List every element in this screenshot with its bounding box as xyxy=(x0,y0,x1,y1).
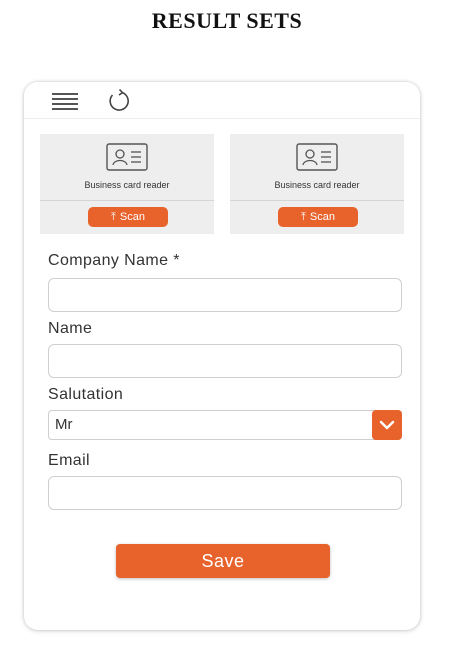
chevron-down-icon[interactable] xyxy=(372,410,402,440)
salutation-value: Mr xyxy=(55,416,73,433)
card-divider xyxy=(230,200,404,201)
id-card-icon xyxy=(296,143,338,176)
hamburger-icon[interactable] xyxy=(52,93,78,110)
email-field[interactable] xyxy=(48,476,402,510)
card-reader-label: Business card reader xyxy=(274,180,360,190)
upload-icon: ⤒ xyxy=(301,211,306,223)
salutation-select[interactable]: Mr xyxy=(48,410,402,440)
card-reader-label: Business card reader xyxy=(84,180,170,190)
scan-button[interactable]: ⤒ Scan xyxy=(88,207,168,227)
page-heading: RESULT SETS xyxy=(151,8,303,33)
name-field[interactable] xyxy=(48,344,402,378)
scan-button-label: Scan xyxy=(119,211,145,223)
refresh-icon[interactable] xyxy=(106,88,132,114)
salutation-label: Salutation xyxy=(48,386,124,403)
email-label: Email xyxy=(48,452,91,469)
name-label: Name xyxy=(48,320,93,337)
scan-button-label: Scan xyxy=(309,211,335,223)
toolbar xyxy=(24,82,420,119)
save-button[interactable]: Save xyxy=(116,544,330,578)
card-divider xyxy=(40,200,214,201)
company-name-field[interactable] xyxy=(48,278,402,312)
business-card-reader-2: Business card reader ⤒ Scan xyxy=(230,134,404,234)
upload-icon: ⤒ xyxy=(111,211,116,223)
app-frame: Business card reader ⤒ Scan Business card… xyxy=(24,82,420,630)
id-card-icon xyxy=(106,143,148,176)
company-name-label: Company Name * xyxy=(48,252,180,269)
business-card-reader-1: Business card reader ⤒ Scan xyxy=(40,134,214,234)
scan-button[interactable]: ⤒ Scan xyxy=(278,207,358,227)
